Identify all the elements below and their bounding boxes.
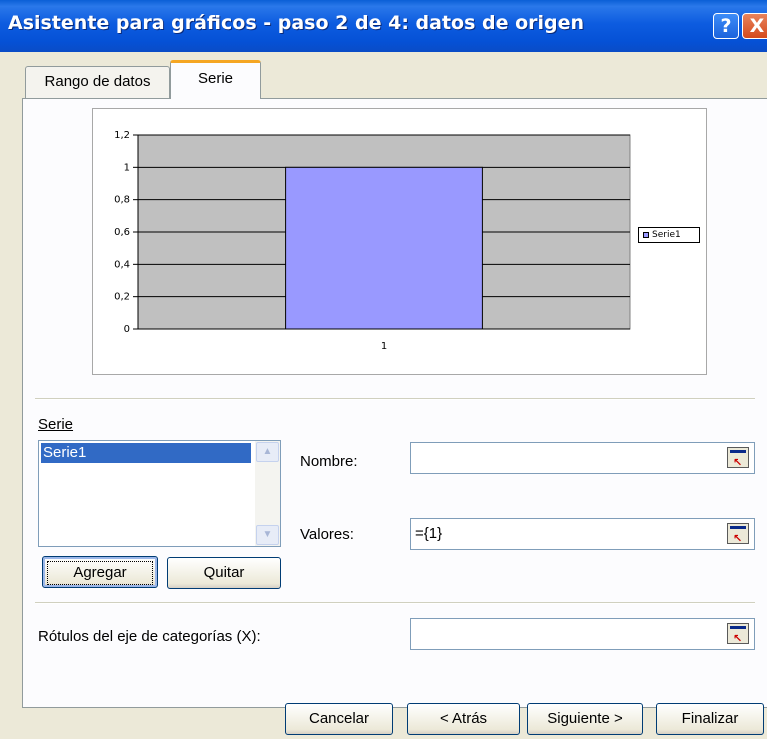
- listbox-scrollbar[interactable]: ▲ ▼: [255, 441, 280, 546]
- collapse-dialog-icon[interactable]: ↖: [727, 447, 749, 469]
- remove-series-button[interactable]: Quitar: [167, 557, 281, 589]
- window-title: Asistente para gráficos - paso 2 de 4: d…: [8, 12, 585, 34]
- y-tick-label: 1: [124, 162, 130, 173]
- separator-bottom: [35, 602, 755, 604]
- list-item[interactable]: Serie1: [41, 443, 251, 463]
- x-tick-label: 1: [381, 341, 387, 352]
- serie-section-label: Serie: [38, 416, 74, 433]
- collapse-dialog-icon[interactable]: ↖: [727, 623, 749, 645]
- back-button[interactable]: < Atrás: [407, 703, 520, 735]
- category-axis-label: Rótulos del eje de categorías (X):: [38, 628, 261, 645]
- chart-legend: Serie1: [638, 227, 700, 243]
- title-bar: Asistente para gráficos - paso 2 de 4: d…: [0, 0, 767, 52]
- y-tick-label: 0: [124, 324, 130, 335]
- cancel-button[interactable]: Cancelar: [285, 703, 393, 735]
- y-tick-label: 0,2: [114, 292, 130, 303]
- series-listbox[interactable]: Serie1 ▲ ▼: [38, 440, 281, 547]
- collapse-dialog-icon[interactable]: ↖: [727, 523, 749, 545]
- tab-rango-de-datos[interactable]: Rango de datos: [25, 66, 170, 98]
- separator-top: [35, 398, 755, 400]
- valores-field[interactable]: ={1} ↖: [410, 518, 755, 550]
- tab-serie[interactable]: Serie: [170, 60, 261, 99]
- add-series-label: Agregar: [47, 561, 153, 585]
- add-series-button[interactable]: Agregar: [42, 556, 158, 588]
- nombre-field[interactable]: ↖: [410, 442, 755, 474]
- valores-value: ={1}: [415, 525, 443, 542]
- chart-svg: 0 0,2 0,4 0,6 0,8 1 1,2 1: [114, 130, 631, 352]
- category-axis-field[interactable]: ↖: [410, 618, 755, 650]
- close-button[interactable]: X: [742, 13, 767, 39]
- legend-label: Serie1: [652, 230, 681, 240]
- y-tick-label: 0,8: [114, 195, 130, 206]
- scroll-up-icon[interactable]: ▲: [256, 442, 279, 462]
- legend-swatch: [643, 231, 649, 238]
- y-tick-label: 0,4: [114, 259, 130, 270]
- help-button[interactable]: ?: [713, 13, 739, 39]
- chart-preview: 0 0,2 0,4 0,6 0,8 1 1,2 1 Serie1: [92, 108, 707, 375]
- scroll-down-icon[interactable]: ▼: [256, 525, 279, 545]
- y-tick-label: 1,2: [114, 130, 130, 141]
- next-button[interactable]: Siguiente >: [527, 703, 643, 735]
- y-tick-label: 0,6: [114, 227, 130, 238]
- nombre-label: Nombre:: [300, 453, 358, 470]
- bar: [285, 166, 483, 330]
- valores-label: Valores:: [300, 526, 354, 543]
- finish-button[interactable]: Finalizar: [656, 703, 764, 735]
